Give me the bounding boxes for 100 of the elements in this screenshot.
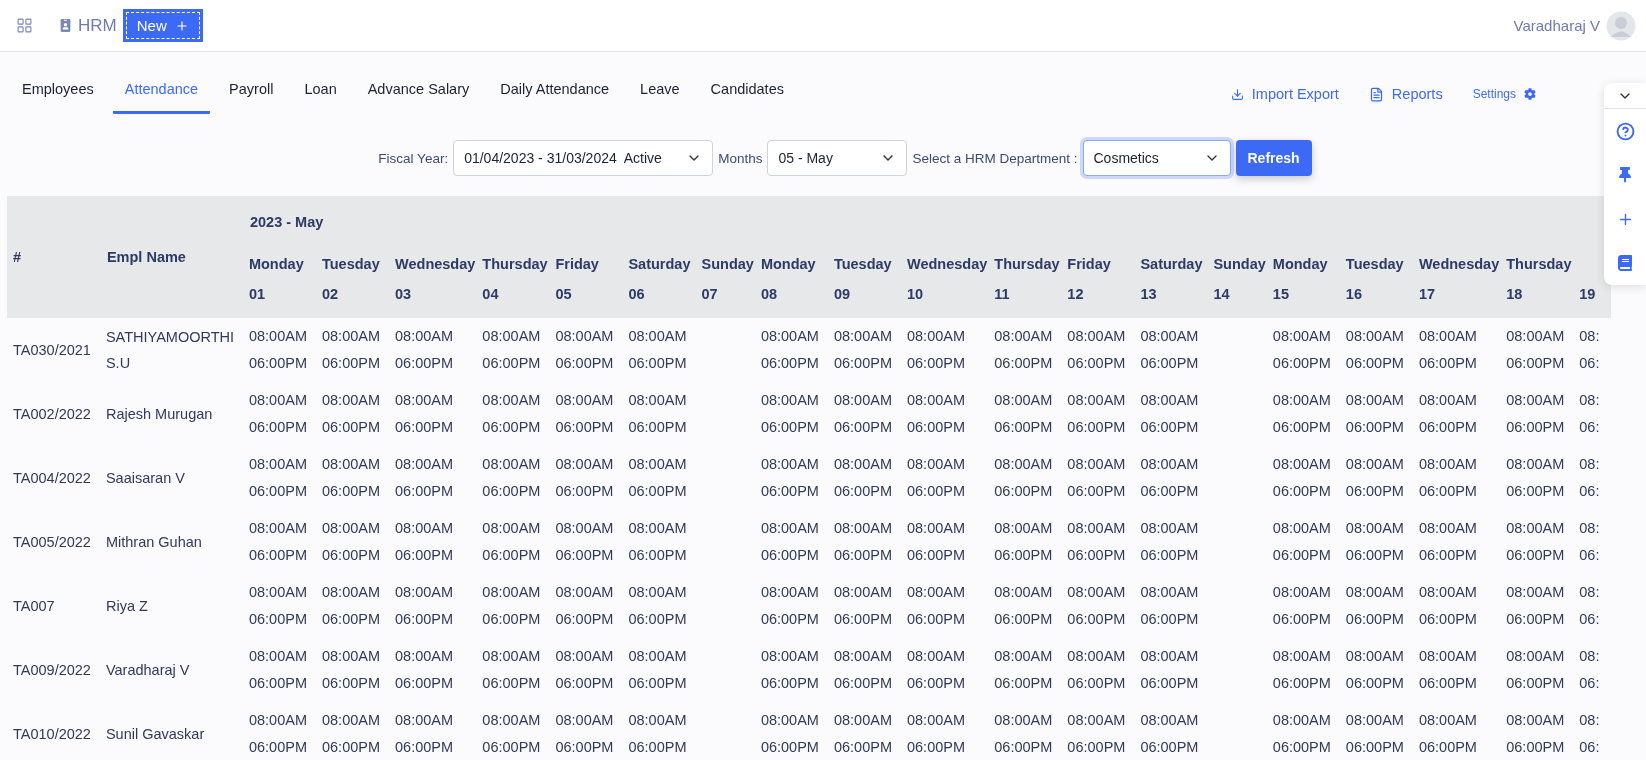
check-out-time: 06:00PM: [1506, 610, 1565, 629]
check-in-time: 08:00AM: [760, 391, 819, 410]
nav-tab[interactable]: Daily Attendance: [488, 76, 622, 114]
apps-grid-icon[interactable]: [16, 17, 33, 34]
check-out-time: 06:00PM: [994, 738, 1053, 757]
employee-id: TA002/2022: [13, 406, 91, 422]
check-out-time: 06:00PM: [833, 610, 892, 629]
check-in-time: 08:00AM: [1067, 647, 1126, 666]
check-out-time: 06:00PM: [1345, 418, 1404, 437]
date-header: 01: [248, 286, 266, 302]
settings-link[interactable]: Settings: [1472, 87, 1536, 101]
check-in-time: 08:00AM: [395, 647, 455, 666]
check-in-time: 08:00AM: [248, 391, 307, 410]
check-out-time: 06:00PM: [1345, 738, 1404, 757]
nav-tab[interactable]: Payroll: [217, 76, 286, 114]
filter-label: Select a HRM Department :: [912, 150, 1078, 166]
check-out-time: 06:00PM: [906, 482, 966, 501]
check-out-time: 06:00PM: [395, 610, 455, 629]
filter-select[interactable]: Cosmetics: [1082, 140, 1231, 176]
check-in-time: 08:00AM: [833, 711, 892, 730]
check-in-time: 08:00AM: [1067, 391, 1126, 410]
check-in-time: 08:00AM: [760, 519, 819, 538]
filter-label: Months: [718, 150, 763, 166]
check-in-time: 08:00AM: [395, 391, 455, 410]
filter-select[interactable]: 01/04/2023 - 31/03/2024 Active: [453, 140, 714, 176]
nav-tab[interactable]: Attendance: [112, 76, 211, 114]
check-in-time: 08:00AM: [833, 455, 892, 474]
employee-id: TA004/2022: [13, 470, 91, 486]
nav-tab[interactable]: Candidates: [698, 76, 796, 114]
check-in-time: 08:00AM: [322, 455, 381, 474]
check-out-time: 06:00PM: [1140, 546, 1199, 565]
nav-tab[interactable]: Leave: [628, 76, 692, 114]
check-in-time: 08:00AM: [555, 391, 614, 410]
check-out-time: 06:00PM: [1140, 738, 1199, 757]
date-header: 08: [760, 286, 777, 302]
check-out-time: 06:00PM: [1272, 546, 1331, 565]
check-in-time: 08:00AM: [248, 519, 307, 538]
check-in-time: 08:00AM: [322, 647, 381, 666]
new-button[interactable]: New: [122, 9, 203, 42]
check-out-time: 06:00PM: [482, 674, 541, 693]
weekday-header: Friday: [1067, 256, 1111, 272]
refresh-button[interactable]: Refresh: [1235, 140, 1312, 176]
check-in-time: 08:00AM: [1345, 711, 1404, 730]
check-out-time: 06:00PM: [906, 674, 966, 693]
check-out-time: 06:00PM: [1418, 418, 1478, 437]
check-in-time: 08:00AM: [628, 519, 687, 538]
check-in-time: 08:: [1579, 583, 1600, 602]
check-in-time: 08:00AM: [1418, 519, 1478, 538]
check-out-time: 06:00PM: [1345, 674, 1404, 693]
check-out-time: 06:00PM: [1345, 610, 1404, 629]
check-in-time: 08:00AM: [833, 327, 892, 346]
check-in-time: 08:00AM: [906, 391, 966, 410]
check-out-time: 06:00PM: [628, 482, 687, 501]
check-in-time: 08:00AM: [760, 327, 819, 346]
check-in-time: 08:00AM: [1418, 391, 1478, 410]
module-title: HRM: [78, 15, 117, 36]
weekday-header: Tuesday: [833, 256, 892, 272]
weekday-header: Monday: [248, 256, 304, 272]
date-header: 04: [482, 286, 499, 302]
employee-name: Mithran Guhan: [105, 533, 203, 552]
check-in-time: 08:00AM: [248, 327, 307, 346]
check-in-time: 08:00AM: [555, 583, 614, 602]
check-in-time: 08:00AM: [482, 583, 541, 602]
check-out-time: 06:00PM: [906, 354, 966, 373]
period-header: 2023 - May: [249, 214, 324, 230]
check-out-time: 06:: [1579, 418, 1600, 437]
check-out-time: 06:00PM: [395, 546, 455, 565]
import-export-link[interactable]: Import Export: [1230, 86, 1339, 102]
check-in-time: 08:00AM: [1418, 647, 1478, 666]
check-in-time: 08:00AM: [994, 519, 1053, 538]
nav-tab[interactable]: Advance Salary: [355, 76, 482, 114]
check-in-time: 08:00AM: [1506, 583, 1565, 602]
reports-link[interactable]: Reports: [1368, 86, 1443, 102]
check-in-time: 08:00AM: [1067, 583, 1126, 602]
employee-id: TA005/2022: [13, 534, 91, 550]
check-in-time: 08:00AM: [482, 711, 541, 730]
check-in-time: 08:00AM: [833, 647, 892, 666]
weekday-header: Thursday: [482, 256, 548, 272]
check-out-time: 06:00PM: [1506, 546, 1565, 565]
employee-id: TA030/2021: [13, 342, 91, 358]
check-out-time: 06:00PM: [994, 482, 1053, 501]
check-out-time: 06:00PM: [555, 418, 614, 437]
check-in-time: 08:00AM: [482, 455, 541, 474]
check-out-time: 06:00PM: [555, 482, 614, 501]
check-in-time: 08:: [1579, 711, 1600, 730]
nav-tab[interactable]: Loan: [292, 76, 349, 114]
filter-select[interactable]: 05 - May: [767, 140, 908, 176]
check-out-time: 06:00PM: [1067, 546, 1126, 565]
check-in-time: 08:00AM: [1345, 391, 1404, 410]
check-in-time: 08:00AM: [833, 519, 892, 538]
check-in-time: 08:00AM: [322, 391, 381, 410]
employee-id: TA007: [13, 598, 55, 614]
check-out-time: 06:00PM: [1272, 418, 1331, 437]
nav-tab[interactable]: Employees: [10, 76, 106, 114]
check-in-time: 08:00AM: [482, 391, 541, 410]
check-out-time: 06:00PM: [1067, 418, 1126, 437]
check-out-time: 06:00PM: [833, 546, 892, 565]
check-out-time: 06:00PM: [1272, 738, 1331, 757]
filter-label: Fiscal Year:: [378, 150, 449, 166]
check-in-time: 08:00AM: [555, 455, 614, 474]
